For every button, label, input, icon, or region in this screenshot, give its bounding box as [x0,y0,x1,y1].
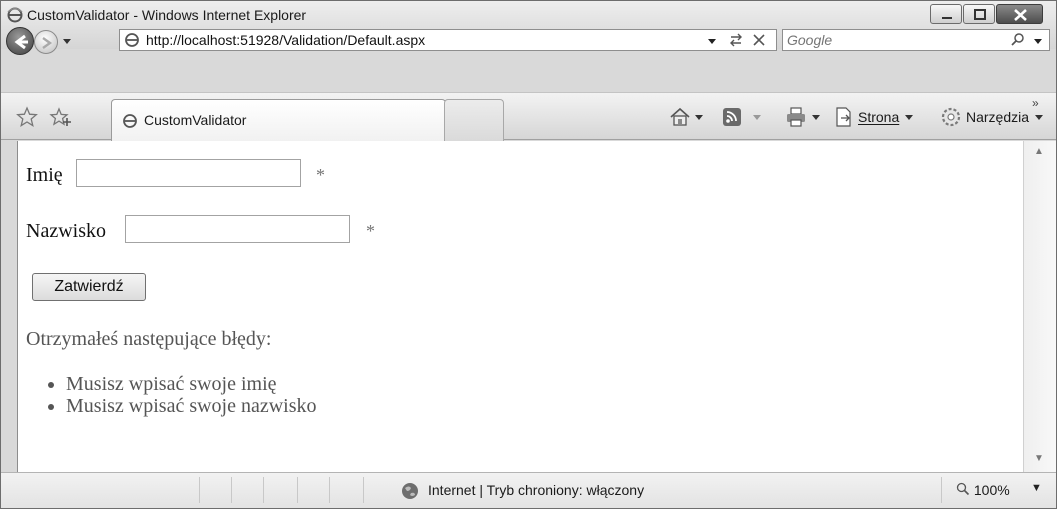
zoom-dropdown-icon[interactable]: ▼ [1031,482,1042,494]
page-menu[interactable]: Strona [834,106,915,128]
first-name-label: Imię [26,164,63,186]
status-divider [329,477,330,503]
status-divider [263,477,264,503]
address-bar[interactable]: http://localhost:51928/Validation/Defaul… [119,29,777,51]
maximize-button[interactable] [963,4,995,24]
home-button[interactable] [668,106,706,128]
ie-page-icon [123,114,137,128]
status-divider [199,477,200,503]
browser-window: CustomValidator - Windows Internet Explo… [0,0,1057,509]
security-zone-status: Internet | Tryb chroniony: włączony [428,482,645,498]
favorites-star-icon[interactable] [16,106,38,128]
command-bar: CustomValidator Strona Narzędzia » [1,92,1056,141]
print-icon [787,107,820,127]
magnifier-icon [956,482,970,496]
validation-error-item: Musisz wpisać swoje nazwisko [66,395,317,417]
stop-icon[interactable] [750,31,768,49]
tab-title: CustomValidator [144,112,247,128]
ie-page-icon [125,33,139,47]
chevron-down-icon[interactable] [1031,32,1045,48]
validation-error-item: Musisz wpisać swoje imię [66,373,317,395]
back-button[interactable] [6,27,34,55]
chevron-down-icon [905,115,914,120]
forward-arrow-icon [42,37,53,49]
gear-icon [941,107,961,127]
close-icon [1014,9,1027,21]
minimize-button[interactable] [930,4,962,24]
scroll-up-icon[interactable]: ▲ [1034,146,1044,157]
ie-page-icon [7,7,23,23]
status-divider [941,477,942,503]
zoom-level: 100% [973,482,1010,498]
tab-customvalidator[interactable]: CustomValidator [111,99,446,141]
first-name-required-marker: * [316,165,325,185]
forward-button[interactable] [34,30,58,54]
globe-icon [402,483,418,499]
search-icon[interactable] [1009,32,1027,48]
page-icon [836,107,851,127]
submit-button[interactable]: Zatwierdź [32,273,146,301]
status-divider [231,477,232,503]
validation-summary-heading: Otrzymałeś następujące błędy: [26,328,272,350]
page-content: Imię * Nazwisko * Zatwierdź Otrzymałeś n… [17,141,1023,472]
last-name-input[interactable] [125,215,350,243]
status-divider [297,477,298,503]
new-tab-button[interactable] [444,99,504,141]
back-arrow-icon [14,34,28,50]
title-bar: CustomValidator - Windows Internet Explo… [1,1,1056,55]
print-button[interactable] [785,106,823,128]
last-name-label: Nazwisko [26,220,106,242]
search-box [782,29,1050,51]
window-title: CustomValidator - Windows Internet Explo… [27,7,307,23]
status-bar: Internet | Tryb chroniony: włączony 100%… [1,472,1056,508]
page-menu-label: Strona [858,109,900,125]
last-name-required-marker: * [366,221,375,241]
zoom-control[interactable]: 100% [956,482,1010,498]
scroll-down-icon[interactable]: ▼ [1034,453,1044,464]
rss-feed-icon [723,108,761,126]
first-name-input[interactable] [76,159,301,187]
recent-pages-dropdown[interactable] [61,33,73,47]
more-commands-button[interactable]: » [1032,96,1039,110]
search-input[interactable] [787,31,1007,49]
tools-menu-label: Narzędzia [966,109,1030,125]
refresh-icon[interactable] [726,31,746,49]
close-button[interactable] [996,4,1043,24]
minimize-icon [942,17,952,19]
validation-summary-list: Musisz wpisać swoje imię Musisz wpisać s… [66,373,317,417]
address-url: http://localhost:51928/Validation/Defaul… [146,32,426,48]
home-icon [670,107,703,126]
status-divider [363,477,364,503]
feeds-button[interactable] [721,106,765,128]
chevron-down-icon[interactable] [705,32,719,48]
vertical-scrollbar[interactable]: ▲ ▼ [1023,141,1056,472]
maximize-icon [974,9,986,20]
add-favorites-icon[interactable] [49,106,73,128]
tools-menu[interactable]: Narzędzia [940,106,1045,128]
